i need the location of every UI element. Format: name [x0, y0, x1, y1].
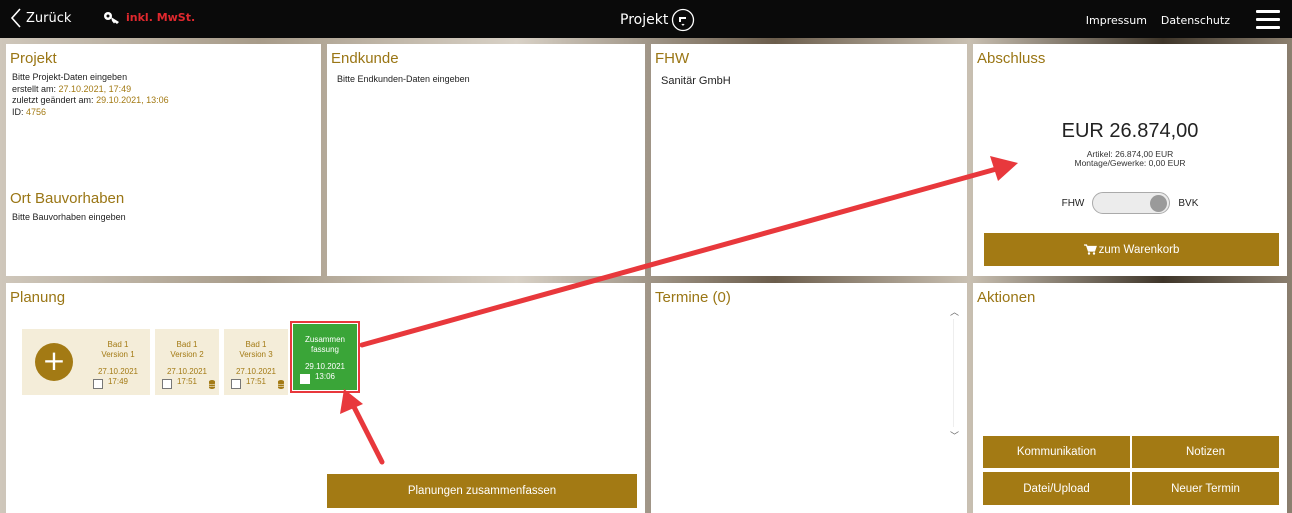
fhw-company: Sanitär GmbH [661, 75, 731, 87]
top-bar: Zurück inkl. MwSt. Projekt Impressum Dat… [0, 0, 1292, 38]
planung-title: Planung [10, 289, 66, 306]
version-tile[interactable]: Bad 1 Version 3 27.10.2021 17:51 [224, 329, 288, 395]
termine-title: Termine (0) [655, 289, 731, 306]
version-tile[interactable]: Bad 1 Version 2 27.10.2021 17:51 [155, 329, 219, 395]
aktionen-panel: Aktionen Kommunikation Notizen Datei/Upl… [973, 283, 1287, 513]
montage-sum: Montage/Gewerke: 0,00 EUR [1074, 158, 1186, 168]
endkunde-title: Endkunde [331, 50, 399, 67]
new-appointment-button[interactable]: Neuer Termin [1132, 472, 1279, 505]
summary-tile[interactable]: Zusammen fassung 29.10.2021 13:06 [290, 321, 360, 393]
fhw-panel[interactable]: FHW Sanitär GmbH [651, 44, 967, 276]
datenschutz-link[interactable]: Datenschutz [1161, 14, 1230, 27]
new-appointment-label: Neuer Termin [1171, 482, 1240, 495]
version-checkbox[interactable] [231, 379, 241, 389]
id-value: 4756 [26, 106, 47, 117]
merge-button-label: Planungen zusammenfassen [407, 485, 557, 497]
abschluss-panel: Abschluss EUR 26.874,00 Artikel: 26.874,… [973, 44, 1287, 276]
version-line2: Version 1 [101, 349, 135, 359]
tax-label: inkl. MwSt. [126, 10, 196, 24]
scrollbar[interactable] [953, 319, 954, 427]
projekt-title: Projekt [10, 50, 57, 67]
total-price: EUR 26.874,00 [1061, 120, 1199, 142]
chevron-down-icon[interactable]: ﹀ [950, 429, 959, 442]
kommunikation-button[interactable]: Kommunikation [983, 436, 1130, 468]
ort-prompt[interactable]: Bitte Bauvorhaben eingeben [12, 212, 126, 222]
database-icon [278, 380, 284, 389]
database-icon [209, 380, 215, 389]
add-planning-button[interactable]: + [22, 329, 86, 395]
endkunde-prompt: Bitte Endkunden-Daten eingeben [337, 74, 470, 84]
endkunde-panel[interactable]: Endkunde Bitte Endkunden-Daten eingeben [327, 44, 645, 276]
chevron-up-icon[interactable]: ︿ [950, 305, 959, 318]
toggle-left-label: FHW [1061, 197, 1085, 209]
fhw-title: FHW [655, 50, 690, 67]
merge-plannings-button[interactable]: Planungen zusammenfassen [327, 474, 637, 508]
version-date: 27.10.2021 [166, 367, 208, 376]
upload-label: Datei/Upload [1023, 482, 1090, 495]
version-checkbox[interactable] [162, 379, 172, 389]
page-title: Projekt [620, 8, 695, 32]
abschluss-title: Abschluss [977, 50, 1046, 67]
planung-panel: Planung + Bad 1 Version 1 27.10.2021 17:… [6, 283, 645, 513]
cart-button[interactable]: zum Warenkorb [984, 233, 1279, 266]
id-label: ID: [12, 106, 24, 117]
cart-button-label: zum Warenkorb [1098, 243, 1180, 256]
version-line1: Bad 1 [245, 340, 267, 349]
version-line1: Bad 1 [107, 340, 129, 349]
notizen-button[interactable]: Notizen [1132, 436, 1279, 468]
toggle-knob [1150, 195, 1168, 212]
tax-toggle[interactable]: inkl. MwSt. [103, 10, 195, 24]
cart-icon [1083, 244, 1097, 255]
fhw-bvk-toggle[interactable] [1092, 192, 1171, 214]
created-label: erstellt am: [12, 83, 57, 94]
changed-label: zuletzt geändert am: [12, 95, 94, 105]
page-title-text: Projekt [620, 12, 669, 28]
back-button[interactable]: Zurück [10, 8, 71, 28]
kommunikation-label: Kommunikation [1016, 446, 1097, 458]
projekt-details[interactable]: Bitte Projekt-Daten eingeben erstellt am… [12, 72, 169, 118]
chevron-left-icon [10, 8, 21, 28]
version-line2: Version 2 [170, 349, 204, 359]
version-date: 27.10.2021 [97, 367, 139, 376]
version-tile[interactable]: Bad 1 Version 1 27.10.2021 17:49 [86, 329, 150, 395]
plus-icon: + [35, 343, 73, 381]
impressum-link[interactable]: Impressum [1086, 14, 1147, 27]
version-date: 27.10.2021 [235, 367, 277, 376]
toggle-right-label: BVK [1178, 197, 1199, 209]
created-value: 27.10.2021, 17:49 [58, 83, 132, 94]
ort-title: Ort Bauvorhaben [10, 190, 125, 207]
changed-value: 29.10.2021, 13:06 [96, 95, 169, 105]
projekt-panel: Projekt Bitte Projekt-Daten eingeben ers… [6, 44, 321, 276]
termine-panel: Termine (0) ︿ ﹀ [651, 283, 967, 513]
version-line2: fassung [310, 344, 340, 354]
version-checkbox[interactable] [93, 379, 103, 389]
version-line2: Version 3 [239, 349, 273, 359]
upload-button[interactable]: Datei/Upload [983, 472, 1130, 505]
price-breakdown: Artikel: 26.874,00 EUR Montage/Gewerke: … [973, 150, 1287, 168]
version-date: 29.10.2021 [304, 362, 346, 371]
version-line1: Zusammen [304, 335, 345, 344]
faucet-logo-icon [672, 8, 695, 32]
menu-icon[interactable] [1256, 10, 1280, 30]
back-label: Zurück [26, 10, 72, 26]
key-icon [104, 12, 119, 24]
notizen-label: Notizen [1186, 446, 1225, 458]
aktionen-title: Aktionen [977, 289, 1036, 306]
projekt-prompt: Bitte Projekt-Daten eingeben [12, 72, 128, 82]
version-checkbox[interactable] [300, 374, 310, 384]
version-line1: Bad 1 [176, 340, 198, 349]
